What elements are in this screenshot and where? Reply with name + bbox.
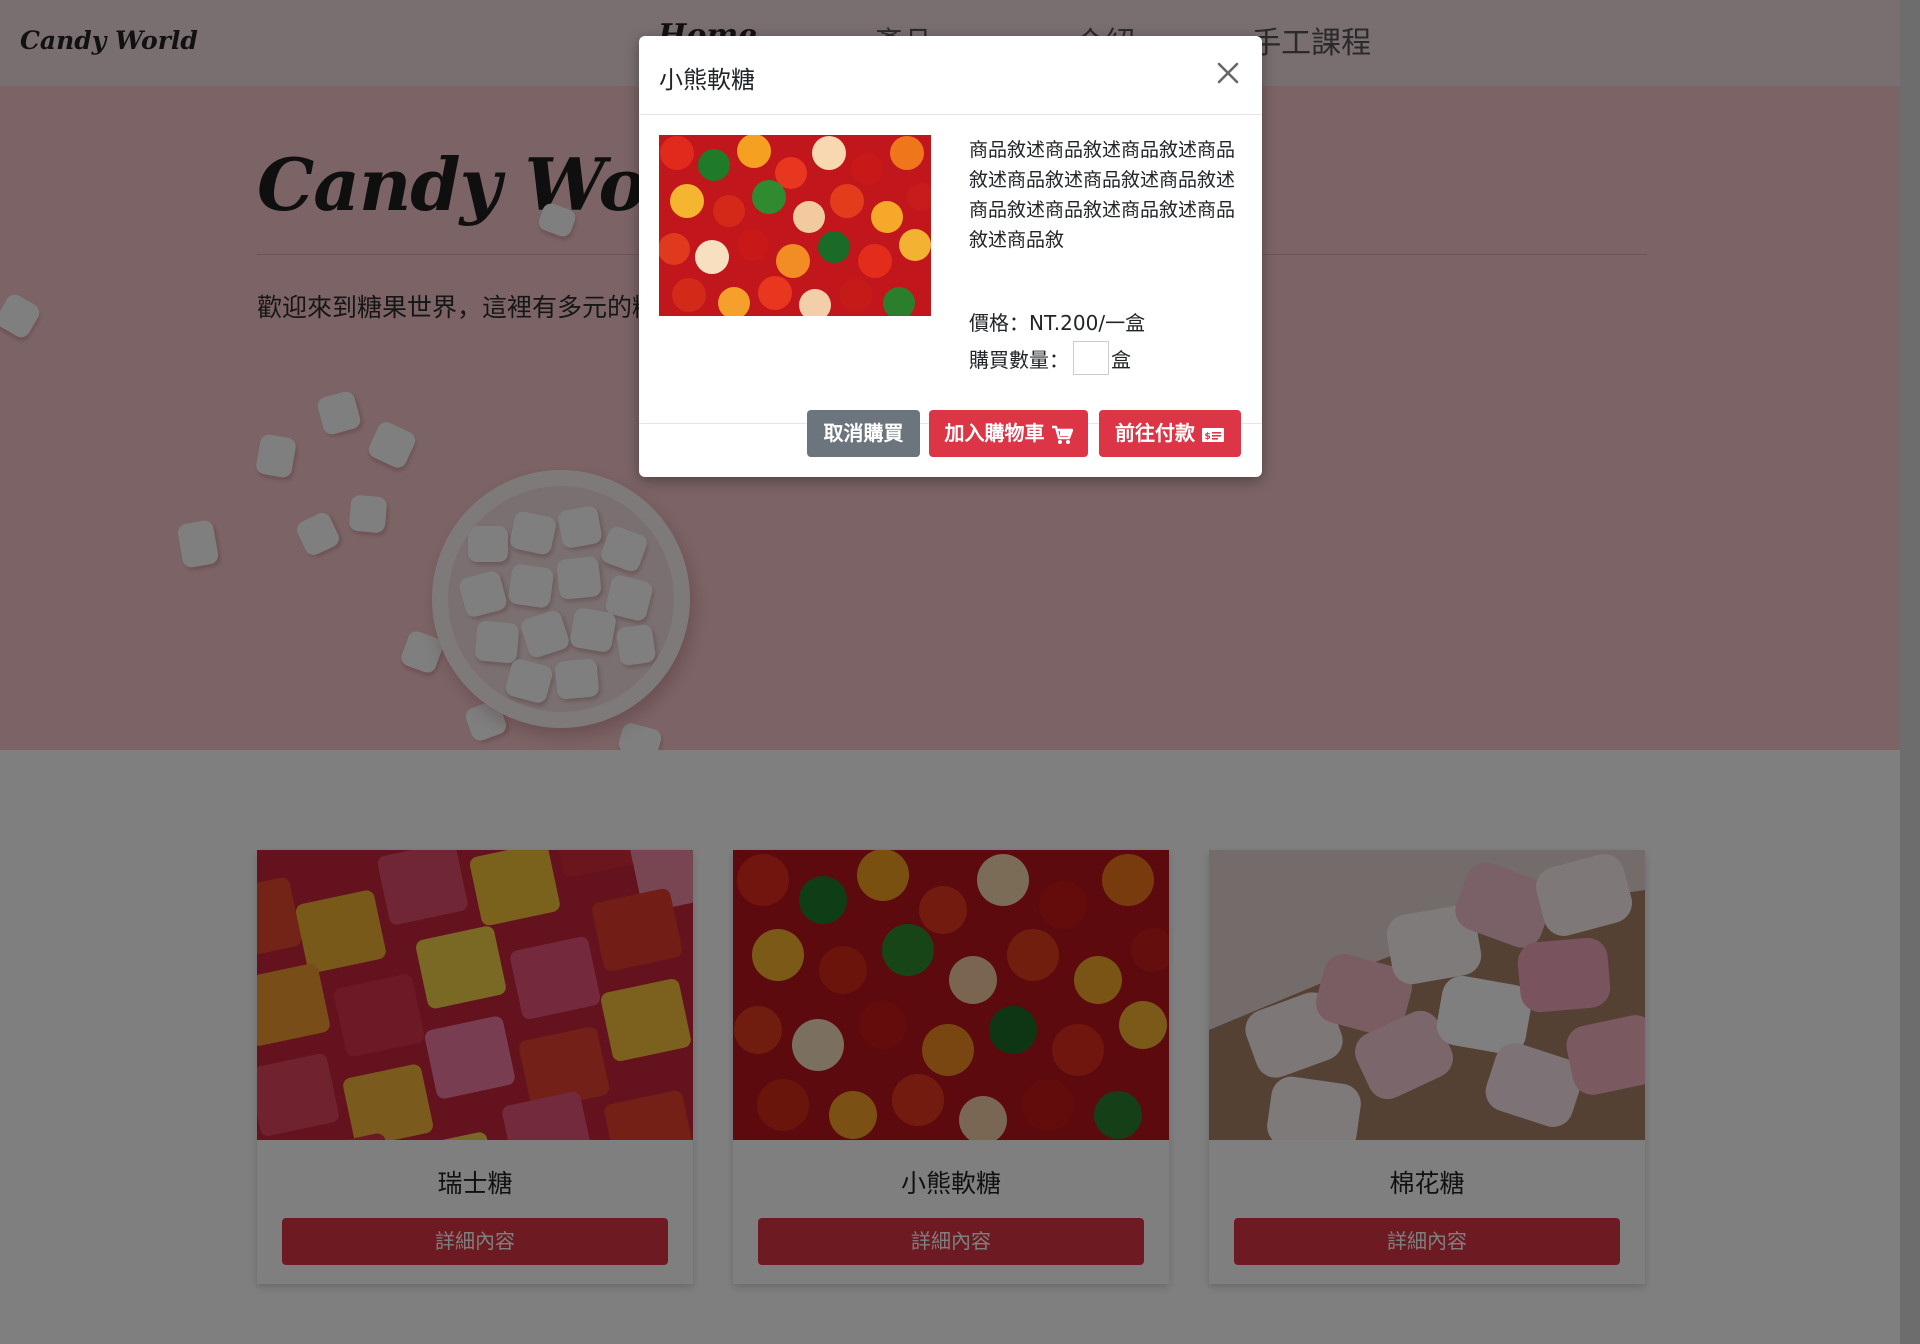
product-price: 價格：NT.200/一盒 xyxy=(969,311,1146,335)
close-button[interactable] xyxy=(1213,58,1243,88)
gummy-bears-image xyxy=(659,135,931,316)
checkout-label: 前往付款 xyxy=(1115,421,1195,445)
quantity-row: 購買數量： 盒 xyxy=(969,341,1131,375)
svg-text:$: $ xyxy=(1205,432,1211,442)
modal-header: 小熊軟糖 xyxy=(639,36,1262,115)
cancel-button-label: 取消購買 xyxy=(823,421,904,445)
quantity-unit: 盒 xyxy=(1111,347,1131,372)
product-description: 商品敘述商品敘述商品敘述商品敘述商品敘述商品敘述商品敘述商品敘述商品敘述商品敘述… xyxy=(969,139,1236,251)
money-bill-icon: $ xyxy=(1202,427,1224,442)
modal-body: 商品敘述商品敘述商品敘述商品敘述商品敘述商品敘述商品敘述商品敘述商品敘述商品敘述… xyxy=(639,115,1262,423)
checkout-button[interactable]: 前往付款 $ xyxy=(1099,410,1241,457)
cart-icon xyxy=(1051,425,1073,444)
add-to-cart-button[interactable]: 加入購物車 xyxy=(929,410,1088,457)
product-modal: 小熊軟糖 商品敘述商品敘述商品敘述商品敘述商品敘述商品敘述商品敘述商品敘述商品敘… xyxy=(639,36,1262,477)
quantity-input[interactable] xyxy=(1073,341,1109,375)
cancel-button[interactable]: 取消購買 xyxy=(807,410,920,457)
close-icon xyxy=(1217,62,1239,84)
add-to-cart-label: 加入購物車 xyxy=(944,421,1045,445)
modal-product-image xyxy=(659,135,931,316)
modal-title: 小熊軟糖 xyxy=(659,66,755,94)
page-scrollbar[interactable] xyxy=(1900,0,1920,1344)
quantity-label: 購買數量： xyxy=(969,347,1069,372)
